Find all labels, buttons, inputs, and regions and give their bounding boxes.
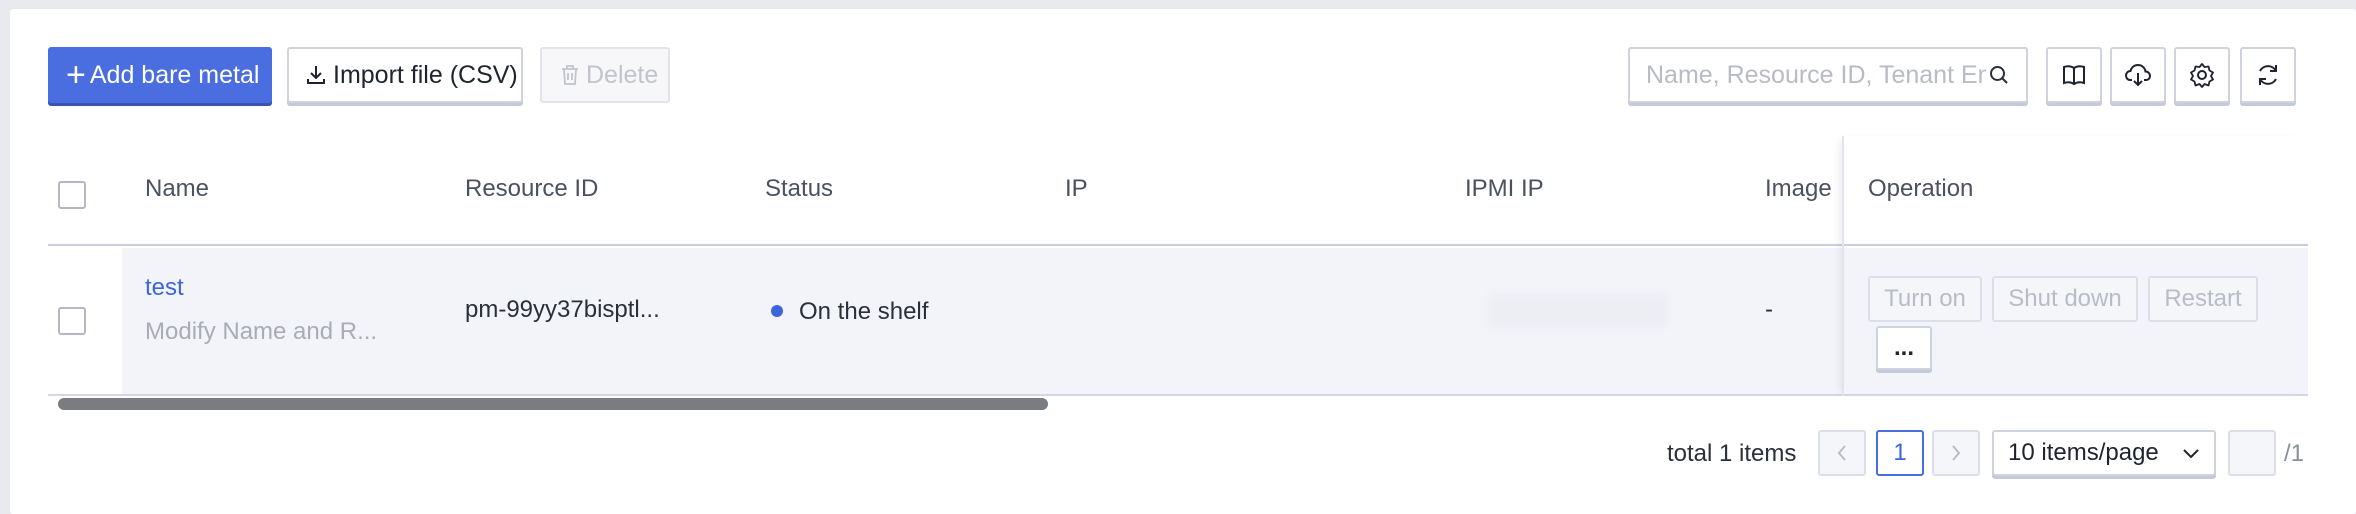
page-count: /1 [2284, 440, 2305, 467]
bare-metal-table: Name Resource ID Status IP IPMI IP Image… [48, 136, 2308, 396]
column-header-ipmi-ip[interactable]: IPMI IP [1465, 175, 1544, 203]
redacted-ipmi-ip [1488, 294, 1668, 328]
next-page-button[interactable] [1932, 430, 1980, 476]
row-resource-id: pm-99yy37bisptl... [465, 296, 660, 323]
more-actions-button[interactable]: ... [1876, 326, 1932, 370]
restart-button[interactable]: Restart [2148, 276, 2258, 322]
row-description: Modify Name and R... [145, 318, 378, 345]
refresh-icon [2259, 65, 2277, 85]
column-header-ip[interactable]: IP [1065, 175, 1088, 203]
plus-icon: + [66, 56, 86, 94]
docs-button[interactable] [2046, 47, 2102, 103]
operation-column: Operation Turn on Shut down Restart ... [1842, 136, 2308, 396]
delete-label: Delete [586, 60, 659, 89]
status-dot-icon [771, 304, 783, 317]
import-csv-label: Import file (CSV) [333, 60, 518, 89]
turn-on-button[interactable]: Turn on [1868, 276, 1982, 322]
column-header-name[interactable]: Name [145, 175, 209, 203]
search-input[interactable] [1646, 60, 1986, 90]
row-image: - [1765, 296, 1773, 323]
search-icon[interactable] [1988, 64, 2010, 86]
trash-icon [562, 65, 578, 85]
prev-page-button[interactable] [1818, 430, 1866, 476]
cloud-download-icon [2124, 63, 2152, 87]
add-bare-metal-button[interactable]: + Add bare metal [48, 47, 272, 103]
import-csv-button[interactable]: Import file (CSV) [287, 47, 523, 103]
page-size-select[interactable]: 10 items/page [1992, 430, 2216, 476]
export-button[interactable] [2110, 47, 2166, 103]
page-size-label: 10 items/page [2008, 439, 2159, 466]
column-header-image[interactable]: Image I [1765, 175, 1837, 203]
row-status-label: On the shelf [799, 298, 929, 325]
chevron-down-icon [2183, 449, 2199, 459]
download-icon [307, 66, 325, 84]
shut-down-button[interactable]: Shut down [1992, 276, 2138, 322]
search-box [1628, 47, 2028, 103]
book-icon [2063, 65, 2085, 86]
chevron-right-icon [1952, 445, 1961, 461]
column-header-operation: Operation [1868, 175, 1974, 202]
gear-icon [2190, 63, 2214, 88]
horizontal-scrollbar[interactable] [58, 398, 1048, 410]
row-checkbox[interactable] [58, 307, 86, 335]
chevron-left-icon [1837, 445, 1846, 461]
page-jump-input[interactable] [2228, 430, 2276, 476]
row-name-link[interactable]: test [145, 274, 184, 302]
delete-button[interactable]: Delete [540, 47, 670, 103]
settings-button[interactable] [2174, 47, 2230, 103]
row-status: On the shelf [771, 298, 928, 326]
pagination-total: total 1 items [1667, 440, 1797, 467]
column-header-status[interactable]: Status [765, 175, 833, 203]
refresh-button[interactable] [2240, 47, 2296, 103]
add-bare-metal-label: Add bare metal [89, 60, 260, 89]
column-header-resource-id[interactable]: Resource ID [465, 175, 598, 203]
select-all-checkbox[interactable] [58, 181, 86, 209]
page-number-current[interactable]: 1 [1876, 430, 1924, 476]
